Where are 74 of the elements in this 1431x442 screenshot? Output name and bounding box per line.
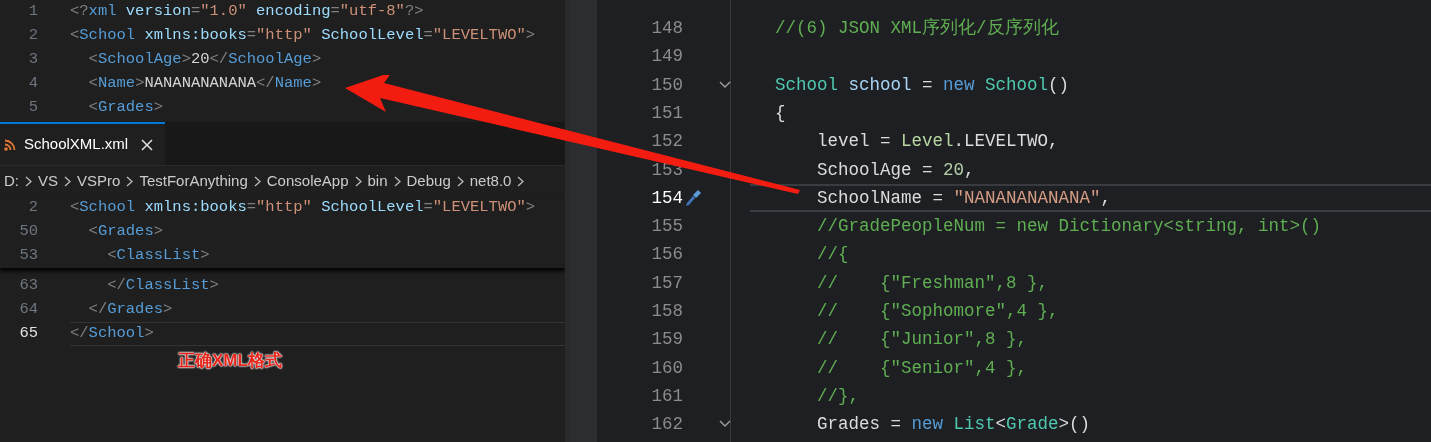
code-line: <Name>NANANANANANA</Name> [87, 73, 322, 95]
breadcrumb-item[interactable]: D: [4, 169, 19, 193]
code-line: // {"Freshman",8 }, [816, 271, 1049, 295]
screwdriver-icon[interactable] [685, 187, 703, 208]
breadcrumb-item[interactable]: VS [38, 169, 58, 193]
code-line: <ClassList> [106, 245, 210, 267]
line-number: 151 [650, 101, 683, 125]
line-number: 2 [27, 25, 38, 47]
code-line: SchoolName = "NANANANANANA", [816, 186, 1112, 210]
line-number: 148 [650, 17, 683, 40]
code-line: </Grades> [87, 299, 173, 321]
line-number: 63 [18, 275, 38, 297]
editor-tab[interactable]: SchoolXML.xml [0, 122, 165, 165]
line-number: 150 [650, 73, 683, 97]
code-line: level = Level.LEVELTWO, [816, 130, 1059, 154]
code-line: SchoolAge = 20, [816, 158, 975, 182]
code-line: //{ [816, 243, 849, 267]
breadcrumb-item[interactable]: bin [367, 169, 388, 193]
line-number: 149 [650, 45, 683, 69]
line-number: 64 [18, 299, 38, 321]
line-number: 161 [650, 384, 683, 408]
chevron-icon [253, 175, 261, 187]
line-number: 154 [650, 186, 683, 210]
code-line: </ClassList> [106, 275, 219, 297]
annotation-text: 正确XML格式 [178, 351, 282, 370]
code-line: <Grades> [87, 97, 164, 119]
code-line: //(6) JSON XML序列化/反序列化 [775, 17, 1059, 40]
line-number: 158 [650, 300, 683, 323]
close-icon[interactable] [141, 138, 153, 151]
code-line: <School xmlns:books="http" SchoolLevel="LEVELTWO"> [70, 25, 536, 47]
rss-icon [4, 138, 16, 151]
line-number: 1 [27, 1, 38, 23]
chevron-icon [64, 175, 71, 187]
chevron-icon [354, 175, 362, 187]
line-number: 3 [27, 49, 38, 71]
code-line: { [775, 101, 786, 125]
breadcrumb-item[interactable]: ConsoleApp [266, 169, 349, 193]
code-line: // {"Sophomore",4 }, [816, 300, 1059, 323]
line-number: 65 [18, 323, 38, 345]
line-number: 155 [650, 215, 683, 239]
code-line: //GradePeopleNum = new Dictionary<string, int>() [816, 215, 1322, 239]
code-line: Grades = new List<Grade>() [816, 413, 1091, 437]
code-line: <?xml version="1.0" encoding="utf-8"?> [70, 1, 424, 23]
tab-label: SchoolXML.xml [24, 134, 129, 155]
line-number: 162 [650, 413, 683, 437]
line-number: 156 [650, 243, 683, 267]
line-number: 50 [18, 221, 38, 243]
breadcrumb-item[interactable]: net8.0 [469, 169, 512, 193]
code-line: </School> [70, 323, 154, 345]
chevron-icon [393, 175, 401, 187]
line-number: 4 [27, 73, 38, 95]
chevron-icon [517, 175, 525, 187]
line-number: 2 [27, 197, 38, 219]
code-line: //}, [816, 384, 859, 408]
chevron-icon [456, 175, 464, 187]
line-number: 160 [650, 356, 683, 380]
code-line: // {"Senior",4 }, [816, 356, 1028, 380]
breadcrumb-item[interactable]: Debug [406, 169, 451, 193]
fold-chevron-icon[interactable] [719, 420, 731, 429]
chevron-icon [126, 175, 134, 187]
line-number: 53 [18, 245, 38, 267]
code-line: <Grades> [87, 221, 164, 243]
line-number: 5 [27, 97, 38, 119]
code-line: <School xmlns:books="http" SchoolLevel="LEVELTWO"> [70, 197, 536, 219]
breadcrumb-item[interactable]: VSPro [77, 169, 121, 193]
code-line: School school = new School() [775, 73, 1070, 97]
code-line: // {"Junior",8 }, [816, 328, 1028, 352]
line-number: 159 [650, 328, 683, 352]
chevron-icon [25, 175, 32, 187]
line-number: 152 [650, 130, 683, 154]
code-line: <SchoolAge>20</SchoolAge> [87, 49, 322, 71]
breadcrumb-item[interactable]: TestForAnything [139, 169, 248, 193]
fold-chevron-icon[interactable] [719, 80, 731, 89]
line-number: 157 [650, 271, 683, 295]
